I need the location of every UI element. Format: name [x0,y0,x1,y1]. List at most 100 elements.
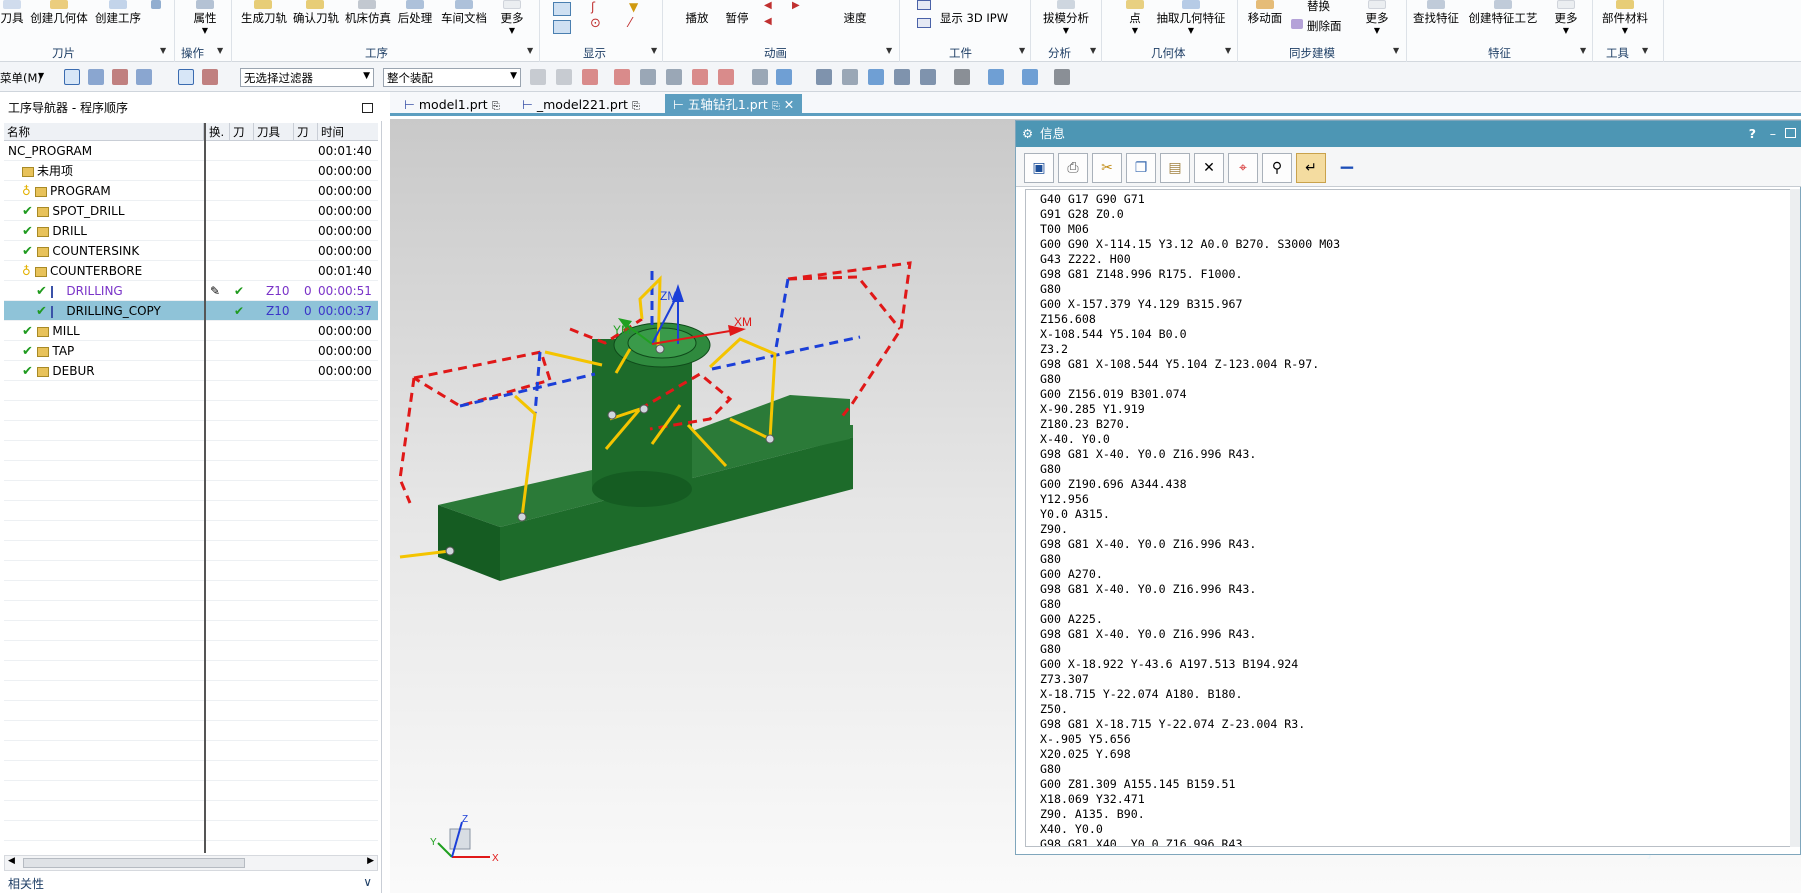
group-dropdown-workpiece[interactable]: ▼ [1019,46,1025,55]
group-dropdown-display[interactable]: ▼ [651,46,657,55]
select-mode-icon[interactable] [64,69,80,85]
display-btn-1[interactable] [553,2,571,16]
tree-row[interactable]: ✔ DRILL 00:00:00 [4,221,378,241]
group-dropdown-animation[interactable]: ▼ [886,46,892,55]
render-style-icon[interactable] [954,69,970,85]
group-dropdown-blade[interactable]: ▼ [160,46,166,55]
related-panel-header[interactable]: 相关性 ∨ [0,875,382,893]
snap-quadrant-icon[interactable] [666,69,682,85]
group-dropdown-analysis[interactable]: ▼ [1090,46,1096,55]
scroll-right-icon[interactable]: ▶ [367,856,374,866]
draft-analysis-button[interactable]: 拔模分析 ▼ [1040,0,1092,35]
wrap-text-icon[interactable]: ↵ [1296,153,1326,183]
display-line-icon[interactable]: ⁄ [629,16,631,31]
maximize-icon[interactable] [362,103,373,113]
column-name[interactable]: 名称 [4,123,204,141]
column-tool-change[interactable]: 换. [206,123,230,141]
generate-toolpath-button[interactable]: 生成刀轨 [241,0,287,26]
scroll-left-icon[interactable]: ◀ [8,856,15,866]
paste-icon[interactable]: ▤ [1160,153,1190,183]
info-text-area[interactable]: G40 G17 G90 G71 G91 G28 Z0.0 T00 M06 G00 G9… [1025,189,1791,847]
speed-label[interactable]: 速度 [840,9,870,26]
tab-model1[interactable]: ⊢ model1.prt ⎘ [396,94,508,116]
group-dropdown-tools[interactable]: ▼ [1642,46,1648,55]
select-face-icon[interactable] [112,69,128,85]
blade-extra-button[interactable] [150,0,162,9]
replace-face-button[interactable]: 替换 [1291,0,1337,14]
create-operation-button[interactable]: 创建工序 [94,0,142,26]
tree-row[interactable]: ♁ PROGRAM 00:00:00 [4,181,378,201]
display-btn-2[interactable] [553,20,571,34]
close-tab-icon[interactable]: ✕ [784,97,794,112]
move-face-button[interactable]: 移动面 [1245,0,1285,26]
display-cone-icon[interactable]: ▼ [629,0,638,14]
view-solid-icon[interactable] [776,69,792,85]
tree-row[interactable]: NC_PROGRAM 00:01:40 [4,141,378,161]
select-list-icon[interactable] [136,69,152,85]
collapse-icon[interactable]: − [1332,153,1362,183]
rotate-icon[interactable] [868,69,884,85]
feature-more-dropdown[interactable]: ▼ [1552,26,1580,35]
orient-view-icon[interactable] [920,69,936,85]
part-material-button[interactable]: 部件材料 ▼ [1600,0,1650,35]
column-tool[interactable]: 刀具 [254,123,294,141]
postprocess-button[interactable]: 后处理 [397,0,433,26]
delete-face-button[interactable]: 删除面 [1291,17,1342,34]
step-forward-icon[interactable]: ▶ [792,0,800,11]
cut-icon[interactable]: ✂ [1092,153,1122,183]
column-splitter[interactable] [204,123,206,853]
show-3d-ipw-button[interactable]: 显示 3D IPW [939,9,1009,26]
extract-geometry-button[interactable]: 抽取几何特征 ▼ [1155,0,1227,35]
delete-icon[interactable]: ✕ [1194,153,1224,183]
zoom-window-icon[interactable] [842,69,858,85]
minimize-icon[interactable]: – [1770,121,1776,147]
navigator-hscrollbar[interactable]: ◀ ▶ [4,855,378,871]
find-feature-button[interactable]: 查找特征 [1412,0,1460,26]
tree-row[interactable]: ✔ TAP 00:00:00 [4,341,378,361]
scroll-thumb[interactable] [23,858,245,868]
zoom-fit-icon[interactable] [816,69,832,85]
step-back2-icon[interactable]: ◀ [764,16,772,27]
display-curve-icon[interactable]: ʃ [591,0,595,14]
tool-button[interactable]: 刀具 [0,0,24,26]
column-time[interactable]: 时间 [318,123,378,141]
display-point-icon[interactable]: ⊙ [590,16,601,31]
tree-row[interactable]: ✔ COUNTERSINK 00:00:00 [4,241,378,261]
process-more-button[interactable]: 更多 ▼ [498,0,526,35]
group-dropdown-process[interactable]: ▼ [527,46,533,55]
step-back-icon[interactable]: ◀ [764,0,772,11]
snap-intersection-icon[interactable] [614,69,630,85]
selection-filter-select[interactable]: 无选择过滤器 ▼ [240,68,374,87]
point-button[interactable]: 点 ▼ [1125,0,1145,35]
tree-row[interactable]: ✔ DEBUR 00:00:00 [4,361,378,381]
tab-model221[interactable]: ⊢ _model221.prt ⎘ [514,94,648,116]
extract-dropdown[interactable]: ▼ [1155,26,1227,35]
help-icon[interactable]: ? [1749,121,1756,147]
workpiece-icon-2[interactable] [917,18,931,28]
draft-analysis-dropdown[interactable]: ▼ [1040,26,1092,35]
pan-icon[interactable] [894,69,910,85]
point-dropdown[interactable]: ▼ [1125,26,1145,35]
column-tool-number[interactable]: 刀 [294,123,318,141]
sync-more-dropdown[interactable]: ▼ [1363,26,1391,35]
show-hide-icon[interactable] [1054,69,1070,85]
background-icon[interactable] [988,69,1004,85]
snap-center-icon[interactable] [640,69,656,85]
verify-toolpath-button[interactable]: 确认刀轨 [293,0,339,26]
process-more-dropdown[interactable]: ▼ [498,26,526,35]
snap-endpoint-icon[interactable] [530,69,546,85]
view-triad[interactable]: X Y Z [430,814,499,864]
snap-filter-icon[interactable] [202,69,218,85]
create-feature-process-button[interactable]: 创建特征工艺 [1468,0,1538,26]
find-icon[interactable]: ⚲ [1262,153,1292,183]
tree-row[interactable]: ✔ DRILLING ✎ ✔ Z10 0 00:00:51 [4,281,378,301]
view-shaded-icon[interactable] [752,69,768,85]
group-dropdown-feature[interactable]: ▼ [1580,46,1586,55]
tree-row[interactable]: ✔ MILL 00:00:00 [4,321,378,341]
workpiece-icon-1[interactable] [917,0,931,10]
shop-docs-button[interactable]: 车间文档 [441,0,487,26]
menu-dropdown-icon[interactable]: ▼ [38,71,44,80]
properties-dropdown[interactable]: ▼ [190,26,220,35]
copy-icon[interactable]: ❐ [1126,153,1156,183]
snap-control-icon[interactable] [582,69,598,85]
